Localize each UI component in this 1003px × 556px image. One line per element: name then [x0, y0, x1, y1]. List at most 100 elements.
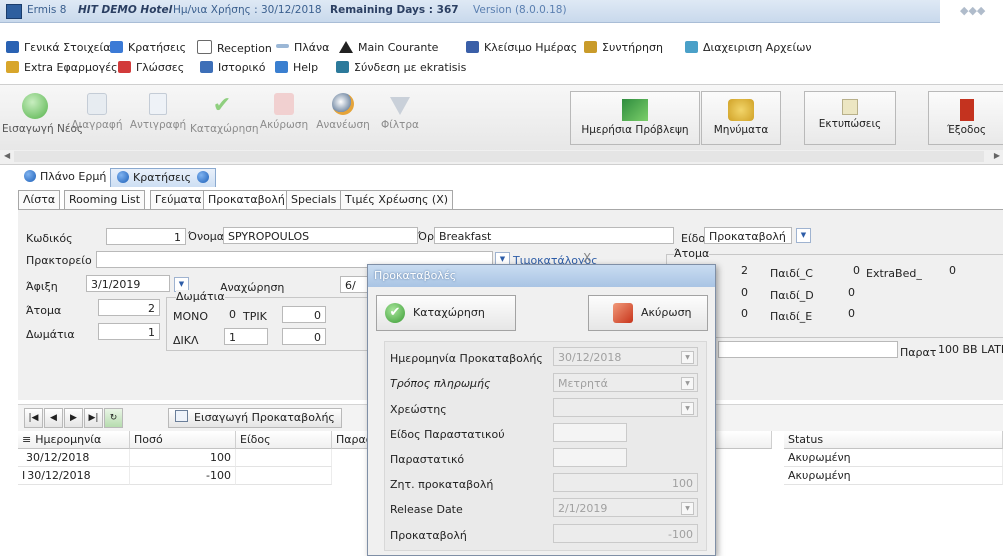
app-icon: [6, 4, 22, 19]
version-label: Version (8.0.0.18): [473, 4, 567, 16]
child-c-field[interactable]: 0: [818, 262, 864, 279]
app-name: Ermis 8: [27, 4, 67, 16]
notes-field[interactable]: 100 BB LATE ARRIV: [936, 341, 1003, 358]
dropdown-icon: ▼: [681, 377, 694, 390]
requested-deposit-label: Ζητ. προκαταβολή: [390, 478, 494, 491]
arrival-label: Άφιξη: [26, 280, 58, 293]
document-type-field[interactable]: [553, 423, 627, 442]
add-deposit-button[interactable]: Εισαγωγή Προκαταβολής: [168, 408, 342, 428]
child-e-field[interactable]: 0: [818, 305, 864, 322]
dropdown-icon: ▼: [681, 502, 694, 515]
payment-method-field[interactable]: Μετρητά ▼: [553, 373, 698, 392]
delete-button[interactable]: Διαγραφή: [70, 89, 124, 145]
day-close-icon: [466, 41, 479, 53]
column-header-status[interactable]: Status: [784, 431, 1003, 449]
notes-extra-field[interactable]: [718, 341, 898, 358]
column-header-type[interactable]: Είδος: [236, 431, 332, 449]
new-button[interactable]: Εισαγωγή Νέος: [2, 89, 83, 145]
type-dropdown-icon[interactable]: ▼: [796, 228, 811, 243]
menu-history[interactable]: Ιστορικό: [200, 60, 266, 76]
cancel-icon: [613, 303, 633, 323]
type-field[interactable]: Προκαταβολή: [704, 227, 792, 244]
rooms-field[interactable]: 1: [98, 323, 160, 340]
departure-field[interactable]: 6/: [340, 276, 370, 293]
single-label: ΜΟΝΟ: [173, 310, 209, 323]
tab-specials[interactable]: Specials: [286, 190, 342, 210]
toolbar-scrollbar[interactable]: ◀ ▶: [0, 150, 1003, 165]
prints-button[interactable]: Εκτυπώσεις: [804, 91, 896, 145]
save-button[interactable]: ✔ Καταχώρηση: [190, 89, 259, 145]
tab-list[interactable]: Λίστα: [18, 190, 61, 210]
dropdown-icon: ▼: [681, 351, 694, 364]
column-menu-icon[interactable]: ≡: [22, 433, 31, 446]
scrollbar-track[interactable]: [14, 151, 984, 162]
menu-ekratisis[interactable]: Σύνδεση με ekratisis: [336, 60, 466, 76]
persons-field[interactable]: 2: [98, 299, 160, 316]
filter-button[interactable]: Φίλτρα: [374, 89, 426, 145]
cancel-button[interactable]: Ακύρωση: [256, 89, 312, 145]
tab-meals[interactable]: Γεύματα: [150, 190, 207, 210]
tab-hermes-plan[interactable]: Πλάνο Ερμή: [18, 168, 112, 186]
name-field[interactable]: SPYROPOULOS: [223, 227, 418, 244]
menu-reception[interactable]: Reception: [197, 40, 272, 56]
debtor-field[interactable]: ▼: [553, 398, 698, 417]
tab-charge-prices[interactable]: Τιμές Χρέωσης (Χ): [340, 190, 454, 210]
reservations-icon: [110, 41, 123, 53]
menu-help[interactable]: Help: [275, 60, 318, 76]
document-field[interactable]: [553, 448, 627, 467]
next-record-icon[interactable]: ▶: [64, 408, 83, 428]
column-header-amount[interactable]: Ποσό: [130, 431, 236, 449]
messages-button[interactable]: Μηνύματα: [701, 91, 781, 145]
menu-main-courante[interactable]: Main Courante: [339, 40, 438, 56]
last-record-icon[interactable]: ▶|: [84, 408, 103, 428]
arrival-field[interactable]: 3/1/2019: [86, 275, 170, 292]
globe-icon: [197, 171, 210, 183]
scroll-right-icon[interactable]: ▶: [994, 151, 1000, 160]
dropdown-icon: ▼: [681, 402, 694, 415]
requested-deposit-field[interactable]: 100: [553, 473, 698, 492]
menu-plans[interactable]: Πλάνα: [276, 40, 329, 56]
release-date-field[interactable]: 2/1/2019 ▼: [553, 498, 698, 517]
refresh-button[interactable]: Ανανέωση: [314, 89, 372, 145]
window-controls-icon[interactable]: ◆◆◆: [960, 4, 985, 17]
menu-day-close[interactable]: Κλείσιμο Ημέρας: [466, 40, 577, 56]
first-record-icon[interactable]: |◀: [24, 408, 43, 428]
menu-maintenance[interactable]: Συντήρηση: [584, 40, 663, 56]
dialog-save-button[interactable]: ✔ Καταχώρηση: [376, 295, 516, 331]
refresh-icon: [332, 93, 354, 115]
column-header-date[interactable]: ≡ Ημερομηνία: [18, 431, 130, 449]
menu-file-management[interactable]: Διαχειριση Αρχείων: [685, 40, 812, 56]
menu-reservations[interactable]: Κρατήσεις: [110, 40, 186, 56]
tab-rooming-list[interactable]: Rooming List: [64, 190, 146, 210]
tab-deposit[interactable]: Προκαταβολή: [203, 190, 290, 210]
child-d-field[interactable]: 0: [818, 284, 864, 301]
hotel-name: HIT DEMO Hotel: [78, 4, 173, 16]
globe-icon: [24, 170, 36, 182]
deposit-date-field[interactable]: 30/12/2018 ▼: [553, 347, 698, 366]
menu-general-info[interactable]: Γενικά Στοιχεία: [6, 40, 110, 56]
prev-record-icon[interactable]: ◀: [44, 408, 63, 428]
extrabed-field[interactable]: 0: [918, 262, 960, 279]
terms-field[interactable]: Breakfast: [434, 227, 674, 244]
messages-icon: [728, 99, 754, 121]
double-field-2[interactable]: 0: [282, 328, 326, 345]
row-status: Ακυρωμένη: [784, 449, 1003, 467]
deposit-label: Προκαταβολή: [390, 529, 467, 542]
tab-reservations[interactable]: Κρατήσεις: [110, 168, 217, 187]
copy-button[interactable]: Αντιγραφή: [128, 89, 188, 145]
pricelist-clear-icon[interactable]: X: [583, 251, 591, 265]
refresh-records-icon[interactable]: ↻: [104, 408, 123, 428]
double-field[interactable]: 1: [224, 328, 268, 345]
menu-extra-apps[interactable]: Extra Εφαρμογές: [6, 60, 118, 76]
daily-forecast-button[interactable]: Ημερήσια Πρόβλεψη: [570, 91, 700, 145]
row-date: 30/12/2018: [18, 449, 130, 467]
dialog-cancel-button[interactable]: Ακύρωση: [588, 295, 708, 331]
triple-field[interactable]: 0: [282, 306, 326, 323]
menu-languages[interactable]: Γλώσσες: [118, 60, 184, 76]
deposit-field[interactable]: -100: [553, 524, 698, 543]
exit-button[interactable]: Έξοδος: [928, 91, 1003, 145]
remaining-days: Remaining Days : 367: [330, 4, 459, 16]
single-field[interactable]: 0: [218, 306, 240, 323]
code-field[interactable]: 1: [106, 228, 186, 245]
scroll-left-icon[interactable]: ◀: [4, 151, 10, 160]
